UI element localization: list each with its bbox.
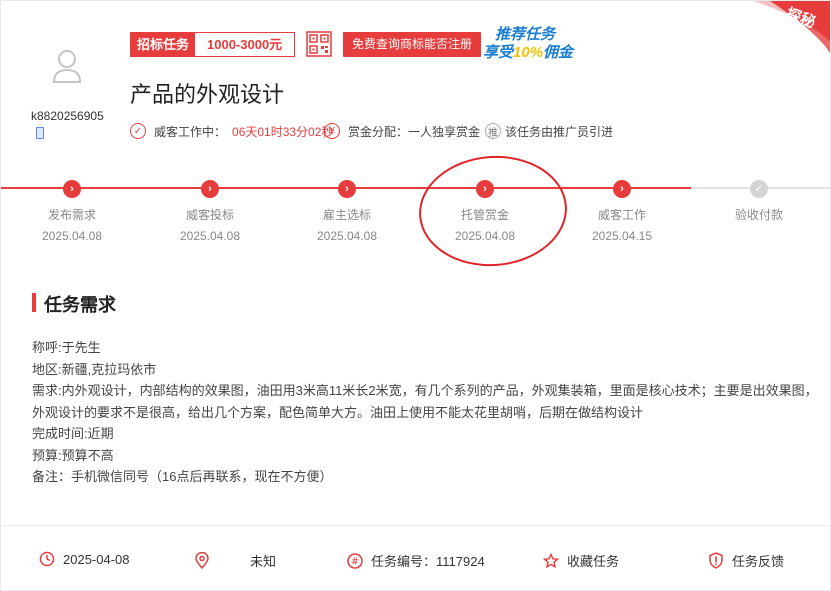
chevron-right-icon: › bbox=[613, 180, 631, 198]
location-pin-icon bbox=[194, 551, 210, 569]
check-circle-icon: ✓ bbox=[130, 123, 146, 139]
badge-label: 招标任务 bbox=[131, 33, 196, 56]
yen-icon: ¥ bbox=[324, 123, 340, 139]
requirement-line: 预算:预算不高 bbox=[32, 447, 114, 463]
trademark-check-button[interactable]: 免费查询商标能否注册 bbox=[343, 32, 482, 57]
requirement-line: 备注：手机微信同号（16点后再联系，现在不方便） bbox=[32, 469, 333, 484]
task-detail-page: 探秘 k8820256905 招标任务 1000-3000元 免费查询商标能否注… bbox=[0, 0, 831, 591]
reward-distribution: ¥ 赏金分配：一人独享赏金 bbox=[324, 121, 480, 141]
favorite-task-button[interactable]: 收藏任务 bbox=[543, 551, 619, 570]
highlight-circle-annotation bbox=[415, 150, 571, 272]
step-date: 2025.04.08 bbox=[179, 229, 241, 243]
countdown-timer: 06天01时33分02秒 bbox=[232, 124, 334, 139]
feedback-label: 任务反馈 bbox=[732, 554, 785, 569]
requirement-line: 称呼:于先生 bbox=[32, 340, 101, 355]
step-label: 发布需求 bbox=[47, 208, 96, 222]
step-label: 威客工作 bbox=[597, 208, 646, 222]
requirement-line: 外观设计的要求不是很高，给出几个方案，配色简单大方。油田上使用不能太花里胡哨，后… bbox=[32, 404, 644, 420]
chevron-right-icon: › bbox=[201, 180, 219, 198]
step-bid: › 威客投标 2025.04.08 bbox=[150, 180, 270, 243]
section-accent-bar bbox=[32, 293, 36, 312]
task-feedback-button[interactable]: 任务反馈 bbox=[708, 551, 784, 570]
promo-line2-suffix: 佣金 bbox=[543, 44, 574, 61]
referral-info: 推 该任务由推广员引进 bbox=[485, 121, 613, 141]
shield-icon bbox=[708, 552, 724, 569]
section-title: 任务需求 bbox=[44, 295, 116, 315]
step-date: 2025.04.15 bbox=[591, 229, 653, 243]
step-work: › 威客工作 2025.04.15 bbox=[562, 180, 682, 243]
bid-task-badge: 招标任务 1000-3000元 bbox=[130, 32, 296, 57]
svg-text:#: # bbox=[351, 556, 359, 567]
username[interactable]: k8820256905 bbox=[31, 109, 104, 123]
requirement-line: 地区:新疆,克拉玛依市 bbox=[32, 361, 157, 377]
step-publish: › 发布需求 2025.04.08 bbox=[12, 180, 132, 243]
explore-corner-ribbon[interactable]: 探秘 bbox=[746, 1, 830, 53]
check-icon: ✓ bbox=[750, 180, 768, 198]
promo-line2-highlight: 10% bbox=[513, 44, 544, 61]
referral-icon: 推 bbox=[485, 123, 501, 139]
referral-label: 该任务由推广员引进 bbox=[505, 124, 614, 139]
user-icon[interactable] bbox=[51, 49, 83, 83]
hash-icon: # bbox=[347, 552, 363, 569]
phone-icon bbox=[36, 127, 44, 139]
requirement-line: 需求:内外观设计，内部结构的效果图，油田用3米高11米长2米宽，有几个系列的产品… bbox=[32, 383, 818, 398]
reward-label: 赏金分配：一人独享赏金 bbox=[348, 124, 481, 139]
chevron-right-icon: › bbox=[338, 180, 356, 198]
promo-line2-prefix: 享受 bbox=[483, 44, 514, 61]
footer-date: 2025-04-08 bbox=[39, 551, 130, 567]
step-date: 2025.04.08 bbox=[41, 229, 103, 243]
favorite-label: 收藏任务 bbox=[567, 554, 620, 569]
step-date: 2025.04.08 bbox=[316, 229, 378, 243]
star-icon bbox=[543, 552, 559, 569]
promo-banner[interactable]: 推荐任务 享受10%佣金 bbox=[481, 23, 587, 61]
task-title: 产品的外观设计 bbox=[130, 82, 285, 107]
promo-line2: 享受10%佣金 bbox=[483, 41, 573, 62]
requirement-body: 称呼:于先生 地区:新疆,克拉玛依市 需求:内外观设计，内部结构的效果图，油田用… bbox=[32, 337, 818, 488]
step-select: › 雇主选标 2025.04.08 bbox=[287, 180, 407, 243]
qr-code-icon[interactable] bbox=[306, 31, 332, 57]
requirement-line: 完成时间:近期 bbox=[32, 426, 114, 441]
footer-divider bbox=[1, 525, 831, 526]
step-label: 雇主选标 bbox=[322, 208, 371, 222]
clock-icon bbox=[39, 551, 55, 567]
step-label: 威客投标 bbox=[185, 208, 234, 222]
chevron-right-icon: › bbox=[63, 180, 81, 198]
work-status: ✓ 威客工作中： 06天01时33分02秒 bbox=[130, 121, 333, 141]
step-acceptance: ✓ 验收付款 bbox=[699, 180, 819, 229]
publish-date: 2025-04-08 bbox=[63, 551, 130, 567]
task-number: 任务编号：1117924 bbox=[371, 554, 485, 569]
footer-task-number: # 任务编号：1117924 bbox=[347, 551, 485, 570]
status-label: 威客工作中： bbox=[154, 124, 227, 139]
location-value: 未知 bbox=[250, 554, 277, 569]
footer-location: 未知 bbox=[194, 551, 276, 570]
budget-range: 1000-3000元 bbox=[195, 33, 295, 56]
step-label: 验收付款 bbox=[734, 208, 783, 222]
